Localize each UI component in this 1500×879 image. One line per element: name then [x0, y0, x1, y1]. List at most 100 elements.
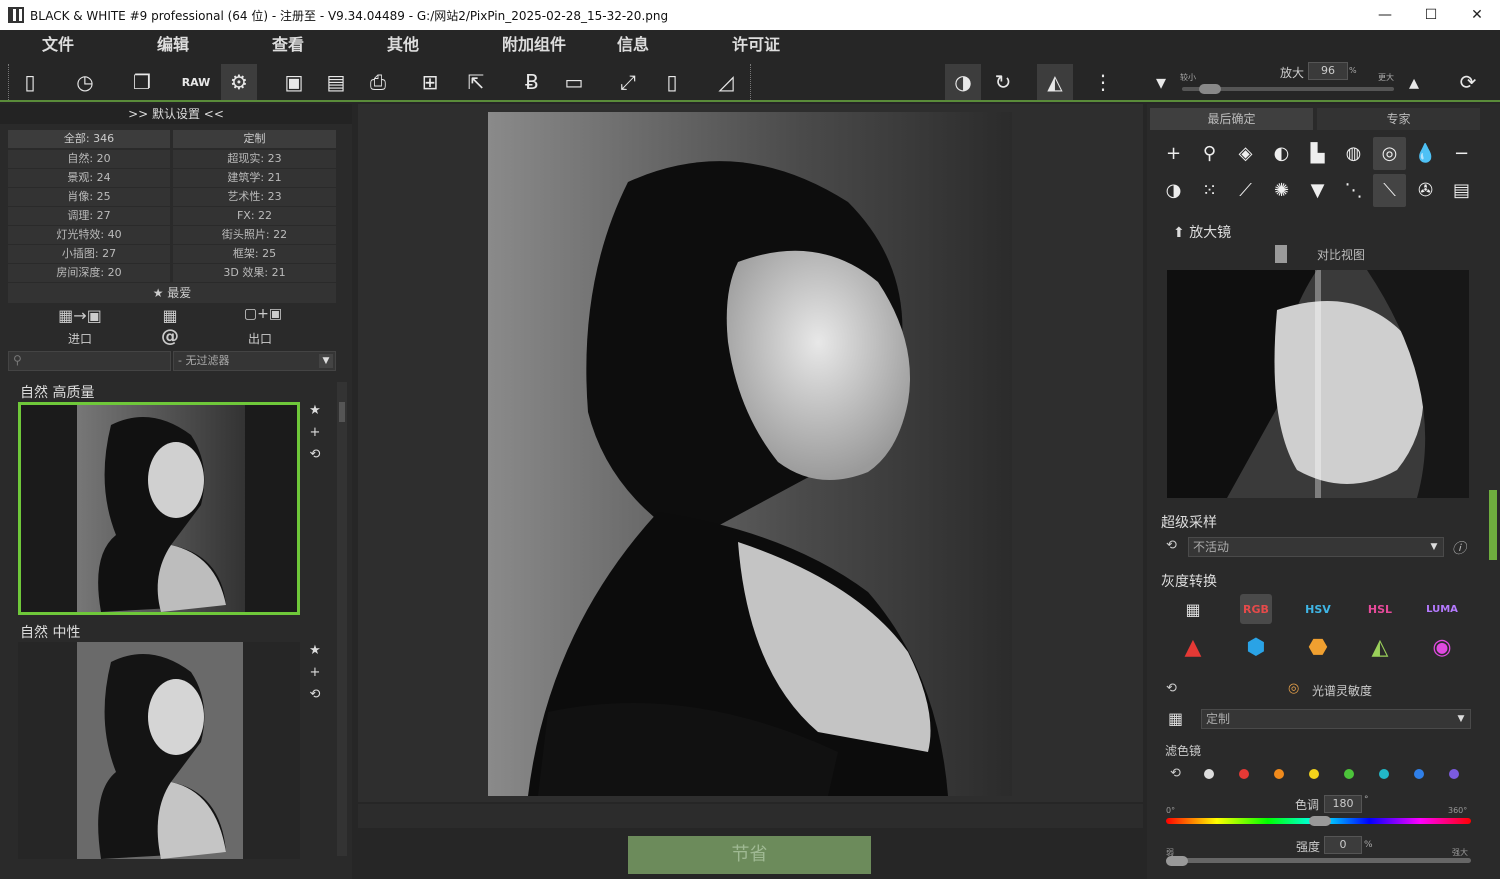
favorite-star-icon[interactable]: ★ [306, 400, 324, 422]
cone-icon[interactable]: ◭ [1364, 632, 1396, 662]
plus-icon[interactable]: + [1157, 137, 1190, 170]
magnifier-icon[interactable]: ⚲ [1193, 137, 1226, 170]
grid-method-icon[interactable]: ▦ [1168, 709, 1183, 728]
favorite-star-icon[interactable]: ★ [306, 640, 324, 662]
filter-color-orange[interactable] [1274, 769, 1284, 779]
hexagon-icon[interactable]: ⬢ [1240, 632, 1272, 662]
grid-search-icon[interactable]: ▦ [155, 306, 185, 325]
menu-other[interactable]: 其他 [345, 30, 460, 60]
spectrum-icon[interactable]: ✺ [1265, 174, 1298, 207]
category-frames[interactable]: 框架: 25 [173, 245, 336, 263]
line-icon[interactable]: ⟋ [1229, 174, 1262, 207]
more-icon[interactable]: ⋮ [1085, 64, 1121, 100]
supersampling-dropdown[interactable]: 不活动 ▼ [1188, 537, 1444, 557]
menu-info[interactable]: 信息 [575, 30, 690, 60]
info-icon[interactable]: ⓘ [1452, 538, 1466, 558]
zoom-in-icon[interactable]: ▴ [1396, 64, 1432, 100]
preset-thumbnail-selected[interactable] [18, 402, 300, 615]
category-artistic[interactable]: 艺术性: 23 [173, 188, 336, 206]
filter-color-blue[interactable] [1414, 769, 1424, 779]
category-3d[interactable]: 3D 效果: 21 [173, 264, 336, 282]
rotate-icon[interactable]: ↻ [985, 64, 1021, 100]
import-icon[interactable]: ▦→▣ [50, 306, 110, 325]
save-as-icon[interactable]: ▤ [318, 64, 354, 100]
preset-search-input[interactable]: ⚲ [8, 351, 171, 371]
category-toning[interactable]: 调理: 27 [8, 207, 170, 225]
half-circle-icon[interactable]: ◑ [1157, 174, 1190, 207]
compare-icon[interactable]: ◑ [945, 64, 981, 100]
aperture-icon[interactable]: ✇ [1409, 174, 1442, 207]
filter-color-red[interactable] [1239, 769, 1249, 779]
settings-icon[interactable]: ⚙ [221, 64, 257, 100]
tab-expert[interactable]: 专家 [1317, 108, 1480, 130]
favorites-row[interactable]: ★ 最爱 [8, 283, 336, 303]
nodes-icon[interactable]: ⋱ [1337, 174, 1370, 207]
zoom-out-icon[interactable]: ▾ [1143, 64, 1179, 100]
spectral-label[interactable]: 光谱灵敏度 [1312, 682, 1372, 699]
category-lighting[interactable]: 灯光特效: 40 [8, 226, 170, 244]
prism-icon[interactable]: ▼ [1301, 174, 1334, 207]
reset-icon[interactable]: ⟲ [1166, 538, 1177, 553]
triangle-icon[interactable]: ▲ [1177, 632, 1209, 662]
print-icon[interactable]: ⎙ [360, 64, 396, 100]
batch-icon[interactable]: ⊞ [412, 64, 448, 100]
maximize-button[interactable]: ☐ [1408, 0, 1454, 30]
b-icon[interactable]: Ƀ [514, 64, 550, 100]
email-button[interactable]: @ [158, 326, 182, 347]
reset-icon[interactable]: ⟲ [1170, 766, 1181, 781]
histogram-icon[interactable]: ◿ [708, 64, 744, 100]
custom-dropdown[interactable]: 定制 ▼ [1201, 709, 1471, 729]
save-button[interactable]: 节省 [628, 836, 871, 874]
export-preset-icon[interactable]: ▢+▣ [238, 306, 288, 322]
menu-addons[interactable]: 附加组件 [460, 30, 575, 60]
import-button[interactable]: 进口 [50, 330, 110, 347]
category-custom[interactable]: 定制 [173, 130, 336, 148]
category-architecture[interactable]: 建筑学: 21 [173, 169, 336, 187]
presets-scrollbar[interactable] [337, 382, 347, 856]
scrollbar-thumb[interactable] [1489, 490, 1497, 560]
category-surreal[interactable]: 超现实: 23 [173, 150, 336, 168]
compare-split-line[interactable] [1315, 270, 1321, 498]
category-room-depth[interactable]: 房间深度: 20 [8, 264, 170, 282]
luma-icon[interactable]: LUMA [1426, 594, 1458, 624]
save-icon[interactable]: ▣ [276, 64, 312, 100]
menu-view[interactable]: 查看 [230, 30, 345, 60]
category-street[interactable]: 街头照片: 22 [173, 226, 336, 244]
category-landscape[interactable]: 景观: 24 [8, 169, 170, 187]
collapse-arrow-icon[interactable]: ⬆ [1173, 225, 1185, 241]
drop-icon[interactable]: 💧 [1409, 137, 1442, 170]
strength-value-input[interactable]: 0 [1324, 836, 1362, 854]
preset-thumbnail[interactable] [18, 642, 300, 859]
hsv-icon[interactable]: HSV [1302, 594, 1334, 624]
reset-icon[interactable]: ⟲ [1166, 681, 1177, 696]
refresh-icon[interactable]: ⟳ [1450, 64, 1486, 100]
grid-method-icon[interactable]: ▦ [1177, 594, 1209, 624]
document-icon[interactable]: ▤ [1445, 174, 1478, 207]
main-photo[interactable] [488, 112, 1012, 796]
history-icon[interactable]: ◷ [67, 64, 103, 100]
raw-icon[interactable]: RAW [178, 64, 214, 100]
filter-color-white[interactable] [1204, 769, 1214, 779]
scrollbar-thumb[interactable] [339, 402, 345, 422]
add-icon[interactable]: + [306, 662, 324, 684]
strength-slider[interactable] [1166, 858, 1471, 863]
tab-final[interactable]: 最后确定 [1150, 108, 1313, 130]
contrast-icon[interactable]: ◐ [1265, 137, 1298, 170]
menu-edit[interactable]: 编辑 [115, 30, 230, 60]
filter-dropdown[interactable]: - 无过滤器 ▼ [173, 351, 336, 371]
zoom-slider-thumb[interactable] [1199, 84, 1221, 94]
flip-icon[interactable]: ◭ [1037, 64, 1073, 100]
rgb-icon[interactable]: RGB [1240, 594, 1272, 624]
filter-color-yellow[interactable] [1309, 769, 1319, 779]
grain-icon[interactable]: ⁙ [1193, 174, 1226, 207]
export-button[interactable]: 出口 [230, 330, 290, 347]
category-fx[interactable]: FX: 22 [173, 207, 336, 225]
hsl-icon[interactable]: HSL [1364, 594, 1396, 624]
color-wheel-icon[interactable]: ◍ [1337, 137, 1370, 170]
film-icon[interactable]: ◎ [1373, 137, 1406, 170]
export-icon[interactable]: ⇱ [458, 64, 494, 100]
diamond-icon[interactable]: ◈ [1229, 137, 1262, 170]
fit-icon[interactable]: ⤢ [610, 64, 646, 100]
color-sphere-icon[interactable]: ◉ [1426, 632, 1458, 662]
new-file-icon[interactable]: ▯ [12, 64, 48, 100]
